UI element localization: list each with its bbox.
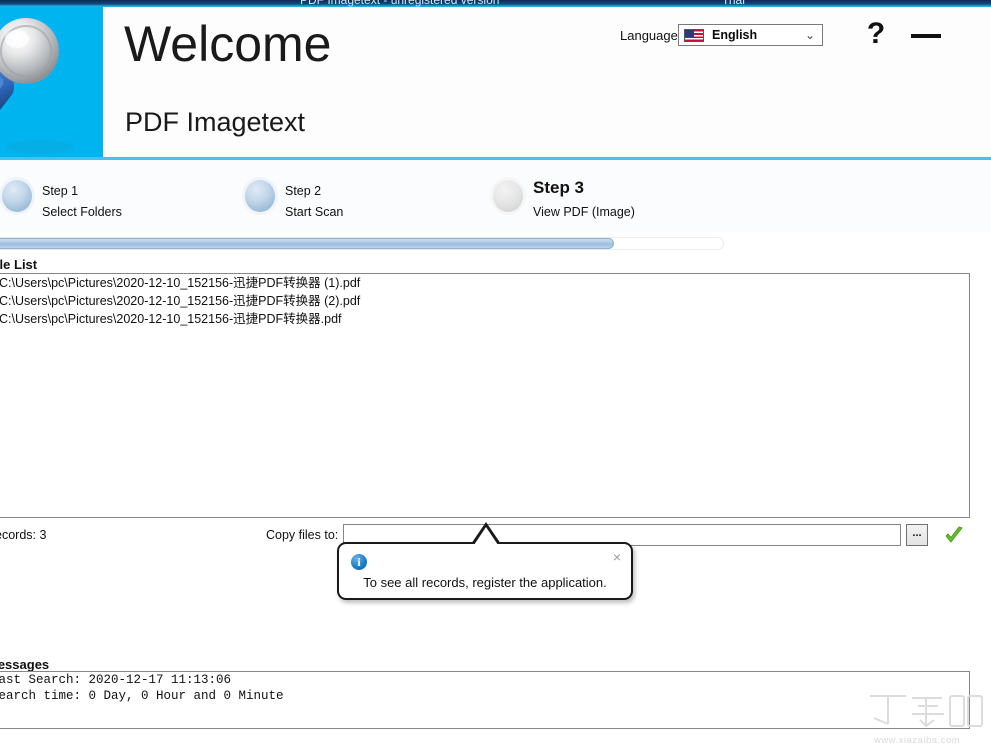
minimize-icon [911,34,941,38]
window-titlebar[interactable]: PDF Imagetext - unregistered version Tri… [0,0,991,7]
progress-bar-fill [0,238,614,249]
minimize-button[interactable] [908,18,944,50]
close-icon[interactable]: × [613,550,621,564]
tooltip-pointer-inner [474,527,498,545]
step-subtitle: View PDF (Image) [533,205,635,219]
registration-tooltip[interactable]: i × To see all records, register the app… [337,522,633,600]
chevron-down-icon: ⌄ [804,28,815,42]
tooltip-text: To see all records, register the applica… [363,575,607,590]
step-title: Step 3 [533,178,585,197]
magnifier-icon [0,18,74,154]
records-count: Records: 3 [0,528,47,542]
list-item[interactable]: C:\Users\pc\Pictures\2020-12-10_152156-迅… [0,274,969,292]
green-check-icon [945,526,963,543]
message-row: Last Search: 2020-12-17 11:13:06 [0,673,232,687]
app-name-subtitle: PDF Imagetext [125,107,306,137]
page-title: Welcome [124,16,332,72]
file-list[interactable]: C:\Users\pc\Pictures\2020-12-10_152156-迅… [0,273,970,518]
logo-panel [0,7,103,157]
step-subtitle: Select Folders [42,205,122,219]
step-indicator-icon [245,180,275,212]
language-select[interactable]: English ⌄ [678,24,823,46]
us-flag-icon [684,29,704,42]
browse-button[interactable]: ... [906,524,928,546]
message-row: Search time: 0 Day, 0 Hour and 0 Minute [0,689,284,703]
window-title-text: PDF Imagetext - unregistered version [300,0,500,7]
step-subtitle: Start Scan [285,205,344,219]
list-item[interactable]: C:\Users\pc\Pictures\2020-12-10_152156-迅… [0,292,969,310]
step-indicator-icon [2,180,32,212]
list-item[interactable]: C:\Users\pc\Pictures\2020-12-10_152156-迅… [0,310,969,328]
copy-files-to-label: Copy files to: [266,528,339,542]
watermark-url: www.xiazaiba.com [874,735,961,746]
info-icon: i [351,554,367,570]
language-selected-value: English [712,28,758,42]
language-label: Language [620,28,678,43]
file-list-label: File List [0,257,38,272]
step-title: Step 1 [42,184,79,198]
confirm-button[interactable] [943,525,965,547]
progress-bar [0,237,724,250]
step-title: Step 2 [285,184,322,198]
messages-label: Messages [0,657,50,672]
messages-panel[interactable]: Last Search: 2020-12-17 11:13:06 Search … [0,671,970,729]
steps-bar: Step 1 Select Folders Step 2 Start Scan … [0,160,991,232]
step-indicator-icon [493,180,523,212]
help-button[interactable]: ? [862,18,890,50]
window-title-trial-text: Trial [722,0,745,7]
app-header: Welcome PDF Imagetext Language English ⌄… [0,7,991,160]
